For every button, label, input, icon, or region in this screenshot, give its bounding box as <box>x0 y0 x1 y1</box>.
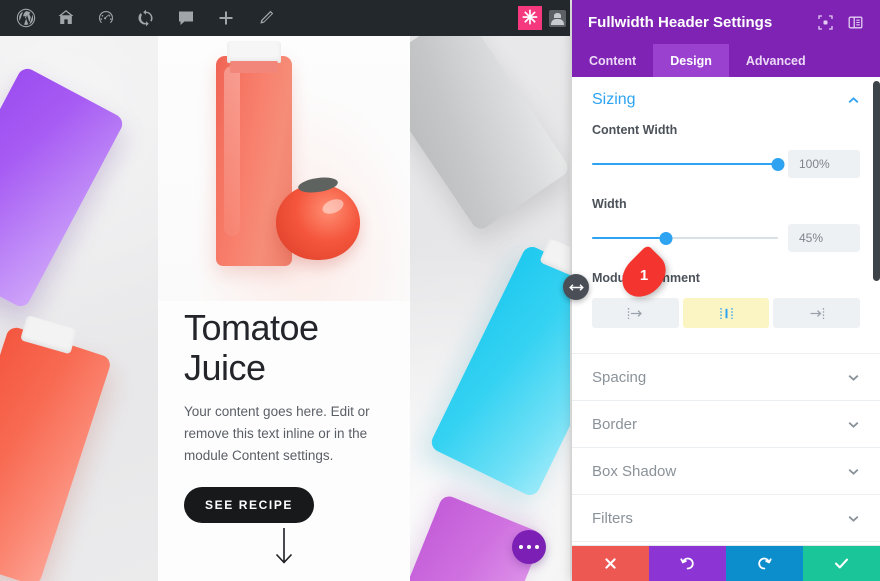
page-canvas: Tomatoe Juice Your content goes here. Ed… <box>0 36 570 581</box>
section-sizing-title: Sizing <box>592 91 636 108</box>
module-content: Tomatoe Juice Your content goes here. Ed… <box>184 308 390 523</box>
wordpress-logo-icon[interactable] <box>6 0 46 36</box>
save-button[interactable] <box>803 546 880 581</box>
module-hero-image <box>158 36 410 301</box>
updates-icon[interactable] <box>126 0 166 36</box>
wp-admin-bar: ✳ <box>0 0 570 36</box>
align-left-option[interactable] <box>592 298 679 328</box>
section-animation[interactable]: Animation <box>572 541 880 545</box>
field-content-width: Content Width 100% <box>592 123 860 178</box>
section-filters[interactable]: Filters <box>572 494 880 541</box>
chevron-down-icon[interactable] <box>847 512 860 525</box>
tab-content[interactable]: Content <box>572 44 653 77</box>
module-body-text: Your content goes here. Edit or remove t… <box>184 404 370 463</box>
panel-body: Sizing Content Width 100% Width 45% Modu… <box>572 77 880 545</box>
slider-knob[interactable] <box>659 232 673 245</box>
align-center-option[interactable] <box>682 298 770 328</box>
content-width-value[interactable]: 100% <box>788 150 860 178</box>
bottle-cap <box>227 41 281 63</box>
panel-header: Fullwidth Header Settings <box>572 0 880 44</box>
panel-footer <box>572 545 880 581</box>
section-spacing[interactable]: Spacing <box>572 353 880 400</box>
page-settings-fab[interactable] <box>512 530 546 564</box>
panel-resize-handle[interactable] <box>563 274 589 300</box>
redo-button[interactable] <box>726 546 803 581</box>
cancel-button[interactable] <box>572 546 649 581</box>
panel-scrollbar-thumb[interactable] <box>873 81 880 281</box>
bottle-neck <box>230 61 278 73</box>
slider-knob[interactable] <box>771 158 785 171</box>
undo-button[interactable] <box>649 546 726 581</box>
focus-module-icon[interactable] <box>812 9 838 35</box>
section-box-shadow[interactable]: Box Shadow <box>572 447 880 494</box>
panel-scroll-area: Sizing Content Width 100% Width 45% Modu… <box>572 77 880 545</box>
field-label-content-width: Content Width <box>592 123 678 137</box>
section-sizing: Sizing Content Width 100% Width 45% Modu… <box>572 77 880 353</box>
fab-dot <box>534 544 540 550</box>
chevron-down-icon[interactable] <box>847 371 860 384</box>
chevron-up-icon[interactable] <box>847 94 860 107</box>
section-border-title: Border <box>592 415 638 433</box>
dashboard-icon[interactable] <box>86 0 126 36</box>
panel-scrollbar[interactable] <box>873 77 880 545</box>
panel-layout-icon[interactable] <box>842 9 868 35</box>
width-slider[interactable] <box>592 230 778 246</box>
tomato <box>276 184 360 260</box>
tab-design[interactable]: Design <box>653 44 729 77</box>
module-settings-panel: Fullwidth Header Settings Content Design… <box>572 0 880 581</box>
section-filters-title: Filters <box>592 509 633 527</box>
section-border[interactable]: Border <box>572 400 880 447</box>
scroll-down-arrow-icon[interactable] <box>271 525 297 567</box>
field-width: Width 45% <box>592 197 860 252</box>
fab-dot <box>518 544 524 550</box>
align-right-option[interactable] <box>773 298 861 328</box>
field-module-alignment: Module Alignment <box>592 271 861 328</box>
section-sizing-header[interactable]: Sizing <box>592 91 860 123</box>
field-label-width: Width <box>592 197 627 211</box>
app-root: ✳ Tomatoe Juice Your content goes here. … <box>0 0 880 581</box>
fullwidth-header-module[interactable]: Tomatoe Juice Your content goes here. Ed… <box>158 36 410 581</box>
tab-advanced[interactable]: Advanced <box>729 44 823 77</box>
fab-dot <box>526 544 532 550</box>
panel-title: Fullwidth Header Settings <box>588 13 773 31</box>
new-content-icon[interactable] <box>206 0 246 36</box>
chevron-down-icon[interactable] <box>847 418 860 431</box>
edit-page-icon[interactable] <box>246 0 286 36</box>
content-width-slider[interactable] <box>592 156 785 172</box>
avatar[interactable] <box>549 10 566 27</box>
section-spacing-title: Spacing <box>592 368 647 386</box>
width-value[interactable]: 45% <box>788 224 860 252</box>
comments-icon[interactable] <box>166 0 206 36</box>
site-home-icon[interactable] <box>46 0 86 36</box>
slider-fill <box>592 237 667 239</box>
slider-fill <box>592 163 778 165</box>
section-box-shadow-title: Box Shadow <box>592 462 677 480</box>
module-alignment-group <box>592 298 861 328</box>
panel-tabs: Content Design Advanced <box>572 44 880 77</box>
divi-builder-badge[interactable]: ✳ <box>518 6 542 30</box>
chevron-down-icon[interactable] <box>847 465 860 478</box>
see-recipe-button[interactable]: SEE RECIPE <box>184 486 315 523</box>
field-label-module-alignment: Module Alignment <box>592 271 700 285</box>
module-title: Tomatoe Juice <box>184 307 319 388</box>
